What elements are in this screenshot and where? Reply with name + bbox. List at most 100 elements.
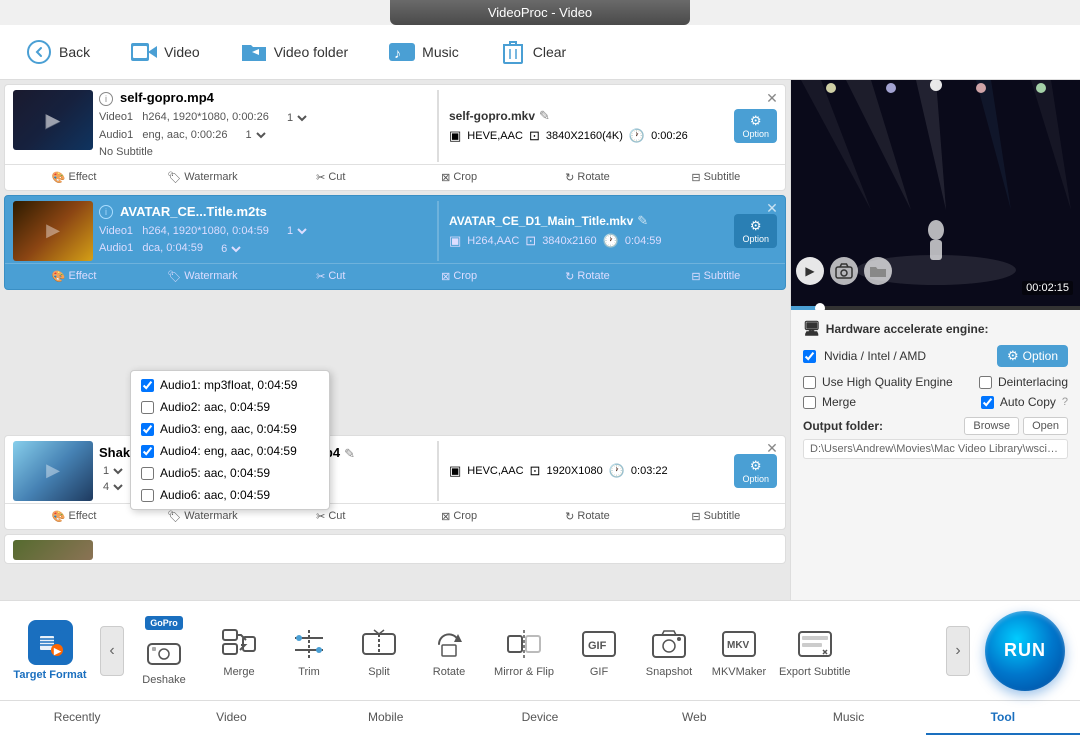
- thumbnail-3: ▶: [13, 441, 93, 501]
- split-tool[interactable]: Split: [344, 611, 414, 691]
- rotate-tool[interactable]: Rotate: [414, 611, 484, 691]
- audio-option-1[interactable]: Audio1: mp3fIoat, 0:04:59: [131, 374, 329, 396]
- video1-select-1[interactable]: 1: [283, 111, 310, 125]
- video-item-2: ✕ ▶ i AVATAR_CE...Title.m2ts Video1 h264…: [4, 195, 786, 290]
- folder-actions: Browse Open: [964, 417, 1068, 435]
- auto-copy-checkbox[interactable]: [981, 396, 994, 409]
- tab-device[interactable]: Device: [463, 701, 617, 735]
- mirror-flip-icon: [504, 624, 544, 664]
- audio-option-2[interactable]: Audio2: aac, 0:04:59: [131, 396, 329, 418]
- crop-btn-3[interactable]: ⊠ Crop: [395, 507, 523, 526]
- deinterlacing-checkbox[interactable]: [979, 376, 992, 389]
- target-format-button[interactable]: ▶ Target Format: [0, 615, 100, 686]
- cut-btn-1[interactable]: ✂ Cut: [267, 168, 395, 187]
- high-quality-checkbox[interactable]: [803, 376, 816, 389]
- gif-tool[interactable]: GIF GIF: [564, 611, 634, 691]
- preview-progress-bar[interactable]: [791, 306, 1080, 310]
- tab-web[interactable]: Web: [617, 701, 771, 735]
- rotate-btn-3[interactable]: ↻ Rotate: [523, 507, 651, 526]
- audio-check-5[interactable]: [141, 467, 154, 480]
- res-icon-2: ⊡: [525, 233, 536, 249]
- audio-option-6[interactable]: Audio6: aac, 0:04:59: [131, 484, 329, 506]
- watermark-btn-2[interactable]: 🏷 Watermark: [138, 267, 266, 286]
- option-button[interactable]: ⚙ Option: [997, 345, 1068, 367]
- video-button[interactable]: Video: [120, 33, 210, 71]
- close-button-1[interactable]: ✕: [764, 90, 780, 106]
- crop-btn-2[interactable]: ⊠ Crop: [395, 267, 523, 286]
- music-label: Music: [422, 44, 459, 60]
- effect-btn-2[interactable]: 🎨 Effect: [10, 267, 138, 286]
- trim-tool[interactable]: Trim: [274, 611, 344, 691]
- edit-output-2[interactable]: ✎: [637, 213, 648, 229]
- audio-check-6[interactable]: [141, 489, 154, 502]
- mirror-flip-tool[interactable]: Mirror & Flip: [484, 611, 564, 691]
- subtitle-btn-1[interactable]: ⊟ Subtitle: [652, 168, 780, 187]
- gif-label: GIF: [590, 666, 608, 678]
- subtitle-btn-2[interactable]: ⊟ Subtitle: [652, 267, 780, 286]
- codec-button-1[interactable]: ⚙ Option: [734, 109, 777, 143]
- snapshot-tool[interactable]: Snapshot: [634, 611, 704, 691]
- nvidia-checkbox[interactable]: [803, 350, 816, 363]
- audio-check-2[interactable]: [141, 401, 154, 414]
- watermark-btn-1[interactable]: 🏷 Watermark: [138, 168, 266, 187]
- codec-button-2[interactable]: ⚙ Option: [734, 214, 777, 248]
- gear-icon: ⚙: [1007, 348, 1019, 364]
- edit-input-3[interactable]: ✎: [344, 446, 355, 462]
- clear-button[interactable]: Clear: [489, 33, 576, 71]
- subtitle-btn-3[interactable]: ⊟ Subtitle: [652, 507, 780, 526]
- tab-recently[interactable]: Recently: [0, 701, 154, 735]
- clear-label: Clear: [533, 44, 566, 60]
- scroll-right-button[interactable]: ›: [946, 626, 970, 676]
- audio-check-4[interactable]: [141, 445, 154, 458]
- progress-dot[interactable]: [815, 303, 825, 310]
- open-button[interactable]: Open: [1023, 417, 1068, 435]
- play-button[interactable]: ▶: [796, 257, 824, 285]
- cut-btn-2[interactable]: ✂ Cut: [267, 267, 395, 286]
- merge-tool[interactable]: Merge: [204, 611, 274, 691]
- audio1-select-2[interactable]: 6: [217, 242, 244, 256]
- tab-video[interactable]: Video: [154, 701, 308, 735]
- target-format-icon: ▶: [28, 620, 73, 665]
- browse-button[interactable]: Browse: [964, 417, 1019, 435]
- rotate-btn-2[interactable]: ↻ Rotate: [523, 267, 651, 286]
- audio-option-5[interactable]: Audio5: aac, 0:04:59: [131, 462, 329, 484]
- audio-check-1[interactable]: [141, 379, 154, 392]
- video-preview: ▶ 00:02:15: [791, 80, 1080, 310]
- crop-btn-1[interactable]: ⊠ Crop: [395, 168, 523, 187]
- mkvmaker-label: MKVMaker: [712, 666, 766, 678]
- time-icon-3: 🕐: [609, 463, 625, 479]
- audio-check-3[interactable]: [141, 423, 154, 436]
- audio-option-4[interactable]: Audio4: eng, aac, 0:04:59: [131, 440, 329, 462]
- merge-checkbox[interactable]: [803, 396, 816, 409]
- tab-music[interactable]: Music: [771, 701, 925, 735]
- merge-row: Merge Auto Copy ?: [803, 395, 1068, 409]
- tab-tool[interactable]: Tool: [926, 701, 1080, 735]
- run-button[interactable]: RUN: [985, 611, 1065, 691]
- video-folder-button[interactable]: Video folder: [230, 33, 358, 71]
- close-button-3[interactable]: ✕: [764, 441, 780, 457]
- audio-dropdown: Audio1: mp3fIoat, 0:04:59 Audio2: aac, 0…: [130, 370, 330, 510]
- video1-select-2[interactable]: 1: [283, 224, 310, 238]
- deshake-tool[interactable]: GoPro Deshake: [124, 611, 204, 691]
- tab-mobile[interactable]: Mobile: [309, 701, 463, 735]
- scroll-left-button[interactable]: ‹: [100, 626, 124, 676]
- effect-btn-3[interactable]: 🎨 Effect: [10, 507, 138, 526]
- music-button[interactable]: ♪ Music: [378, 33, 469, 71]
- audio-option-3[interactable]: Audio3: eng, aac, 0:04:59: [131, 418, 329, 440]
- toolbar: Back Video Video folder ♪ Music Clear: [0, 25, 1080, 80]
- thumbnail-1: ▶: [13, 90, 93, 150]
- codec-button-3[interactable]: ⚙ Option: [734, 454, 777, 488]
- effect-btn-1[interactable]: 🎨 Effect: [10, 168, 138, 187]
- edit-output-1[interactable]: ✎: [539, 108, 550, 124]
- bottom-toolbar: ▶ Target Format ‹ GoPro Deshake Merge T: [0, 600, 1080, 700]
- audio1-select-1[interactable]: 1: [242, 128, 269, 142]
- back-button[interactable]: Back: [15, 33, 100, 71]
- mkvmaker-tool[interactable]: MKV MKVMaker: [704, 611, 774, 691]
- video1-select-3[interactable]: 1: [99, 464, 126, 478]
- export-subtitle-tool[interactable]: Export Subtitle: [774, 611, 856, 691]
- rotate-btn-1[interactable]: ↻ Rotate: [523, 168, 651, 187]
- open-folder-button[interactable]: [864, 257, 892, 285]
- snapshot-button[interactable]: [830, 257, 858, 285]
- close-button-2[interactable]: ✕: [764, 201, 780, 217]
- audio1-select-3[interactable]: 4: [99, 480, 126, 494]
